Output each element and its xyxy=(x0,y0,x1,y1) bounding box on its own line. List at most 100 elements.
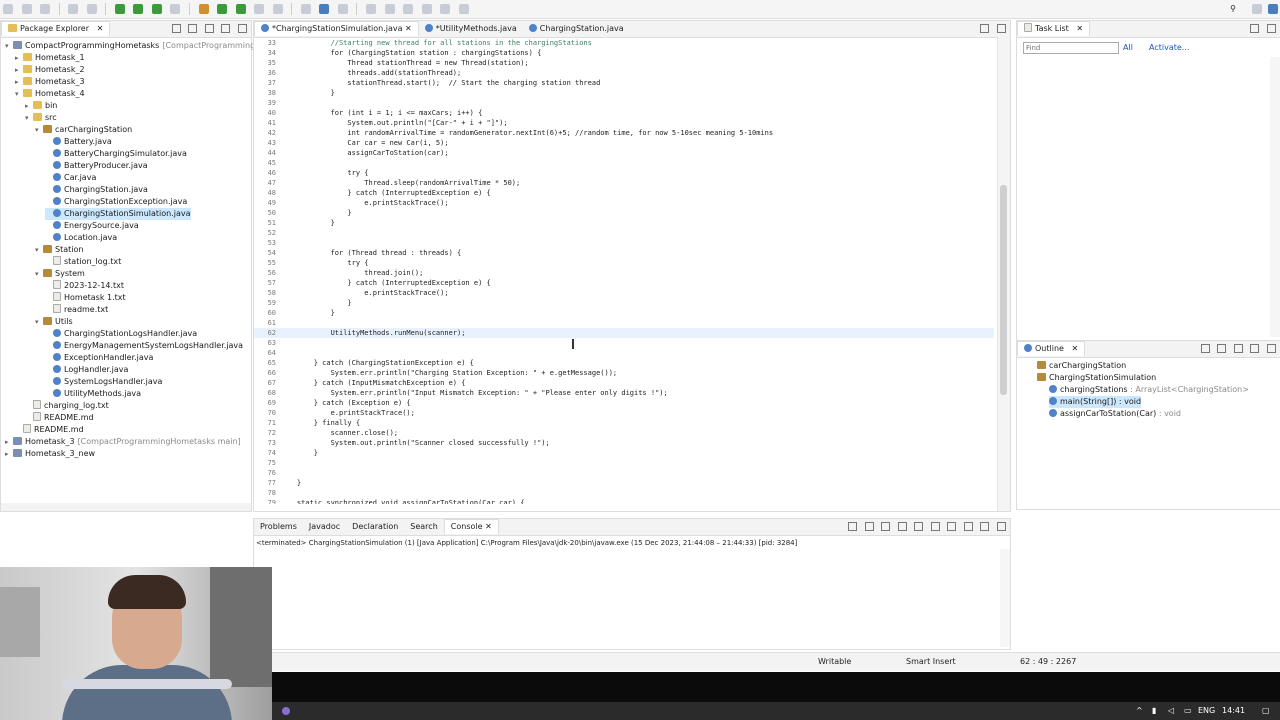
code-line[interactable]: 38 } xyxy=(254,88,994,98)
tree-item[interactable]: ▸ Hometask_2 xyxy=(15,64,85,76)
scrollbar-thumb[interactable] xyxy=(1000,185,1007,395)
expand-toggle-icon[interactable]: ▾ xyxy=(35,244,43,256)
tree-item[interactable]: Location.java xyxy=(45,232,117,244)
code-line[interactable]: 70 e.printStackTrace(); xyxy=(254,408,994,418)
tree-item[interactable]: ExceptionHandler.java xyxy=(45,352,153,364)
tree-item[interactable]: ▾ Station xyxy=(35,244,83,256)
code-line[interactable]: 44 assignCarToStation(car); xyxy=(254,148,994,158)
pin-console-icon[interactable] xyxy=(930,522,940,531)
system-tray-icon[interactable]: ^ xyxy=(1136,702,1143,720)
code-line[interactable]: 39 xyxy=(254,98,994,108)
tree-item[interactable]: 2023-12-14.txt xyxy=(45,280,124,292)
view-menu-icon[interactable] xyxy=(204,24,214,33)
code-line[interactable]: 63 xyxy=(254,338,994,348)
expand-toggle-icon[interactable]: ▾ xyxy=(35,124,43,136)
save-all-icon[interactable] xyxy=(40,4,51,14)
code-line[interactable]: 42 int randomArrivalTime = randomGenerat… xyxy=(254,128,994,138)
find-input[interactable] xyxy=(1023,42,1119,54)
tree-item[interactable]: EnergySource.java xyxy=(45,220,139,232)
code-line[interactable]: 64 xyxy=(254,348,994,358)
code-line[interactable]: 48 } catch (InterruptedException e) { xyxy=(254,188,994,198)
code-line[interactable]: 50 } xyxy=(254,208,994,218)
vertical-scrollbar[interactable] xyxy=(1270,57,1280,337)
new-icon[interactable] xyxy=(3,4,13,14)
vertical-scrollbar[interactable] xyxy=(1000,549,1010,647)
all-link[interactable]: All xyxy=(1123,43,1133,52)
collapse-all-icon[interactable] xyxy=(171,24,181,33)
expand-toggle-icon[interactable]: ▸ xyxy=(15,52,23,64)
close-icon[interactable]: ✕ xyxy=(403,24,412,33)
code-line[interactable]: 55 try { xyxy=(254,258,994,268)
expand-toggle-icon[interactable]: ▸ xyxy=(15,64,23,76)
remove-launch-icon[interactable] xyxy=(864,522,874,531)
tree-item[interactable]: readme.txt xyxy=(45,304,108,316)
tree-item[interactable]: LogHandler.java xyxy=(45,364,128,376)
previous-annotation-icon[interactable] xyxy=(384,4,395,14)
outline-item[interactable]: ChargingStationSimulation xyxy=(1037,372,1156,384)
code-line[interactable]: 36 threads.add(stationThread); xyxy=(254,68,994,78)
toggle-mark-occurrences-icon[interactable] xyxy=(300,4,311,14)
minimize-icon[interactable] xyxy=(980,522,990,531)
clear-console-icon[interactable] xyxy=(881,522,891,531)
code-line[interactable]: 71 } finally { xyxy=(254,418,994,428)
battery-icon[interactable]: ▭ xyxy=(1184,702,1192,720)
outline-item[interactable]: chargingStations : ArrayList<ChargingSta… xyxy=(1049,384,1249,396)
minimize-icon[interactable] xyxy=(221,24,231,33)
outline-item[interactable]: main(String[]) : void xyxy=(1049,396,1142,408)
tree-item[interactable]: BatteryChargingSimulator.java xyxy=(45,148,187,160)
new-class-icon[interactable] xyxy=(235,4,246,14)
tree-item[interactable]: EnergyManagementSystemLogsHandler.java xyxy=(45,340,243,352)
show-whitespace-icon[interactable] xyxy=(337,4,348,14)
insert-mode-status[interactable]: Smart Insert xyxy=(906,653,956,671)
expand-toggle-icon[interactable]: ▾ xyxy=(35,268,43,280)
notification-icon[interactable]: ▢ xyxy=(1262,702,1270,720)
code-line[interactable]: 57 } catch (InterruptedException e) { xyxy=(254,278,994,288)
maximize-icon[interactable] xyxy=(997,24,1006,33)
new-java-project-icon[interactable] xyxy=(198,4,209,14)
code-line[interactable]: 74 } xyxy=(254,448,994,458)
outline-item[interactable]: assignCarToStation(Car) : void xyxy=(1049,408,1181,420)
outline-tab[interactable]: Outline ✕ xyxy=(1017,341,1086,356)
maximize-icon[interactable] xyxy=(1267,24,1276,33)
editor-tab[interactable]: *ChargingStationSimulation.java ✕ xyxy=(254,21,419,36)
tree-item[interactable]: Battery.java xyxy=(45,136,112,148)
code-line[interactable]: 62 UtilityMethods.runMenu(scanner); xyxy=(254,328,994,338)
eclipse-taskbar-icon[interactable] xyxy=(282,707,290,715)
sort-icon[interactable] xyxy=(1200,344,1210,353)
tree-item[interactable]: ▸ Hometask_3_new xyxy=(5,448,95,460)
code-line[interactable]: 34 for (ChargingStation station : chargi… xyxy=(254,48,994,58)
hide-fields-icon[interactable] xyxy=(1217,344,1227,353)
editor-tab[interactable]: *UtilityMethods.java xyxy=(419,22,523,36)
tree-item[interactable]: SystemLogsHandler.java xyxy=(45,376,162,388)
word-wrap-icon[interactable] xyxy=(914,522,924,531)
tree-item[interactable]: Hometask 1.txt xyxy=(45,292,126,304)
build-icon[interactable] xyxy=(86,4,97,14)
tree-item[interactable]: ▸ Hometask_1 xyxy=(15,52,85,64)
pin-editor-icon[interactable] xyxy=(458,4,469,14)
close-icon[interactable]: ✕ xyxy=(1072,344,1079,353)
code-line[interactable]: 72 scanner.close(); xyxy=(254,428,994,438)
tree-item[interactable]: ▾ carChargingStation xyxy=(35,124,132,136)
back-icon[interactable] xyxy=(421,4,432,14)
tree-item[interactable]: ▾ System xyxy=(35,268,85,280)
code-line[interactable]: 52 xyxy=(254,228,994,238)
code-line[interactable]: 56 thread.join(); xyxy=(254,268,994,278)
next-annotation-icon[interactable] xyxy=(366,4,377,14)
minimize-icon[interactable] xyxy=(1250,344,1260,353)
code-line[interactable]: 35 Thread stationThread = new Thread(sta… xyxy=(254,58,994,68)
code-line[interactable]: 47 Thread.sleep(randomArrivalTime * 50); xyxy=(254,178,994,188)
tree-item[interactable]: ▾ CompactProgrammingHometasks [CompactProg… xyxy=(5,40,269,52)
expand-toggle-icon[interactable]: ▸ xyxy=(25,100,33,112)
code-line[interactable]: 49 e.printStackTrace(); xyxy=(254,198,994,208)
horizontal-scrollbar[interactable] xyxy=(1,503,251,511)
open-type-icon[interactable] xyxy=(254,4,265,14)
bottom-panel-tab[interactable]: Declaration xyxy=(346,520,404,534)
code-line[interactable]: 46 try { xyxy=(254,168,994,178)
code-line[interactable]: 43 Car car = new Car(i, 5); xyxy=(254,138,994,148)
expand-toggle-icon[interactable]: ▾ xyxy=(15,88,23,100)
code-line[interactable]: 67 } catch (InputMismatchException e) { xyxy=(254,378,994,388)
volume-icon[interactable]: ◁ xyxy=(1168,702,1174,720)
save-icon[interactable] xyxy=(21,4,32,14)
tree-item[interactable]: ▸ bin xyxy=(25,100,57,112)
tree-item[interactable]: ChargingStationLogsHandler.java xyxy=(45,328,197,340)
